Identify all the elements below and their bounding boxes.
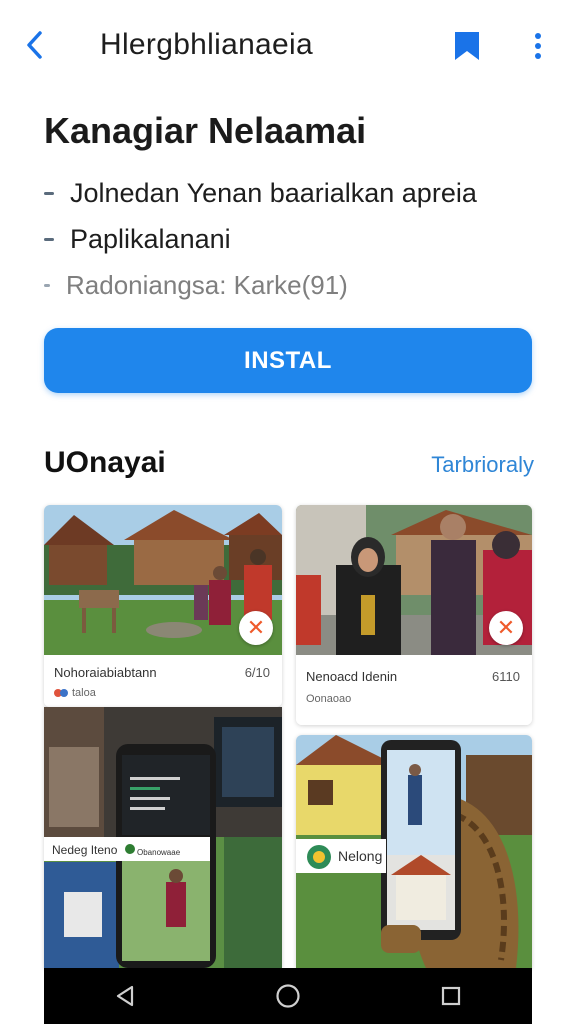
card-caption: Nelong <box>296 839 386 873</box>
card-subtitle: Oonaoao <box>306 693 351 705</box>
top-app-bar: Hlergbhlianaeia <box>0 0 576 92</box>
bookmark-button[interactable] <box>452 30 482 62</box>
bullet-dash-icon <box>44 283 50 287</box>
card-title: Nenoacd Idenin <box>306 669 398 684</box>
screenshot-card[interactable]: Nedeg Iteno Obanowaae <box>44 707 282 968</box>
screenshot-card[interactable]: Nelong <box>296 735 532 968</box>
bullet-dash-icon <box>44 191 54 195</box>
card-number: 6110 <box>492 669 520 684</box>
back-button[interactable] <box>18 28 52 62</box>
app-logo-icon <box>54 689 68 697</box>
app-info-list: Jolnedan Yenan baarialkan apreia Paplika… <box>44 170 544 308</box>
app-logo-icon <box>307 845 331 869</box>
more-vertical-icon <box>535 33 541 39</box>
info-text: Paplikalanani <box>70 223 231 254</box>
card-title: Nedeg Iteno <box>52 843 118 857</box>
card-title: Nelong <box>338 848 383 864</box>
bookmark-icon <box>455 32 479 60</box>
section-see-all-link[interactable]: Tarbrioraly <box>431 452 534 478</box>
close-icon[interactable]: ✕ <box>489 611 523 645</box>
screenshot-card[interactable]: ✕ Nohoraiabiabtann 6/10 taloa <box>44 505 282 707</box>
card-subtitle-text: Oonaoao <box>306 693 352 705</box>
triangle-back-icon[interactable] <box>114 985 136 1007</box>
install-button[interactable]: INSTAL <box>44 328 532 393</box>
bullet-dash-icon <box>44 237 54 241</box>
card-caption: Nenoacd Idenin 6110 Oonaoao <box>296 655 532 725</box>
info-text: Radoniangsa: Karke(91) <box>66 269 348 300</box>
info-item: Paplikalanani <box>44 216 544 262</box>
page-title: Hlergbhlianaeia <box>100 28 313 61</box>
chevron-left-icon <box>27 31 42 59</box>
card-title: Nohoraiabiabtann <box>54 665 157 680</box>
app-heading: Kanagiar Nelaamai <box>44 110 367 151</box>
card-subtitle: taloa <box>54 687 96 699</box>
circle-home-icon[interactable] <box>275 983 301 1009</box>
info-item: Radoniangsa: Karke(91) <box>44 262 544 308</box>
phone-screen-label: Obanowaae <box>137 848 181 857</box>
info-text: Jolnedan Yenan baarialkan apreia <box>70 177 477 208</box>
card-caption: Nedeg Iteno <box>44 837 124 861</box>
more-options-button[interactable] <box>524 30 552 62</box>
screenshot-card[interactable]: ✕ Nenoacd Idenin 6110 Oonaoao <box>296 505 532 725</box>
card-caption: Nohoraiabiabtann 6/10 taloa <box>44 655 282 707</box>
close-icon[interactable]: ✕ <box>239 611 273 645</box>
info-item: Jolnedan Yenan baarialkan apreia <box>44 170 544 216</box>
card-number: 6/10 <box>244 665 270 680</box>
square-recents-icon[interactable] <box>440 985 462 1007</box>
section-title: UOnayai <box>44 446 166 479</box>
system-navigation-bar <box>44 968 532 1024</box>
card-subtitle-text: taloa <box>72 687 96 699</box>
